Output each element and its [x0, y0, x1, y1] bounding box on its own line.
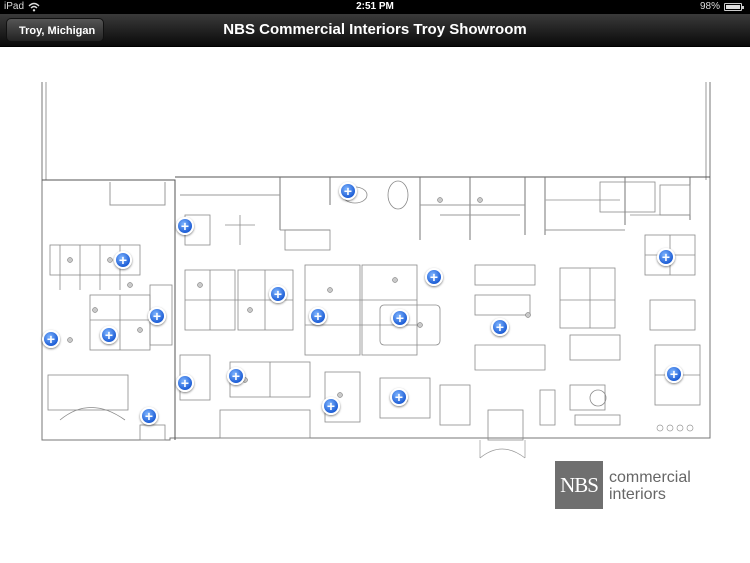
battery-icon	[724, 3, 744, 11]
clock: 2:51 PM	[356, 1, 394, 12]
nbs-logo-text: commercial interiors	[609, 470, 691, 504]
logo-line-2: interiors	[609, 486, 666, 503]
hotspot-pin[interactable]: +	[322, 397, 340, 415]
hotspot-pin[interactable]: +	[140, 407, 158, 425]
hotspot-pin[interactable]: +	[425, 268, 443, 286]
hotspot-pin[interactable]: +	[114, 251, 132, 269]
back-button[interactable]: Troy, Michigan	[6, 18, 105, 42]
hotspot-pin[interactable]: +	[176, 374, 194, 392]
hotspot-pin[interactable]: +	[42, 330, 60, 348]
page-title: NBS Commercial Interiors Troy Showroom	[223, 21, 527, 38]
hotspot-pin[interactable]: +	[100, 326, 118, 344]
status-bar: iPad 2:51 PM 98%	[0, 0, 750, 14]
hotspot-pin[interactable]: +	[665, 365, 683, 383]
hotspot-pin[interactable]: +	[339, 182, 357, 200]
hotspot-pin[interactable]: +	[491, 318, 509, 336]
navigation-bar: NBS Commercial Interiors Troy Showroom T…	[0, 14, 750, 47]
hotspot-pin[interactable]: +	[148, 307, 166, 325]
hotspot-pin[interactable]: +	[269, 285, 287, 303]
hotspot-pin[interactable]: +	[657, 248, 675, 266]
logo-line-1: commercial	[609, 469, 691, 486]
hotspot-pin[interactable]: +	[390, 388, 408, 406]
hotspot-pin[interactable]: +	[227, 367, 245, 385]
hotspot-pin[interactable]: +	[391, 309, 409, 327]
hotspot-pin[interactable]: +	[309, 307, 327, 325]
nbs-logo-mark: NBS	[555, 461, 603, 509]
battery-percent: 98%	[699, 1, 720, 12]
hotspot-pin[interactable]: +	[176, 217, 194, 235]
